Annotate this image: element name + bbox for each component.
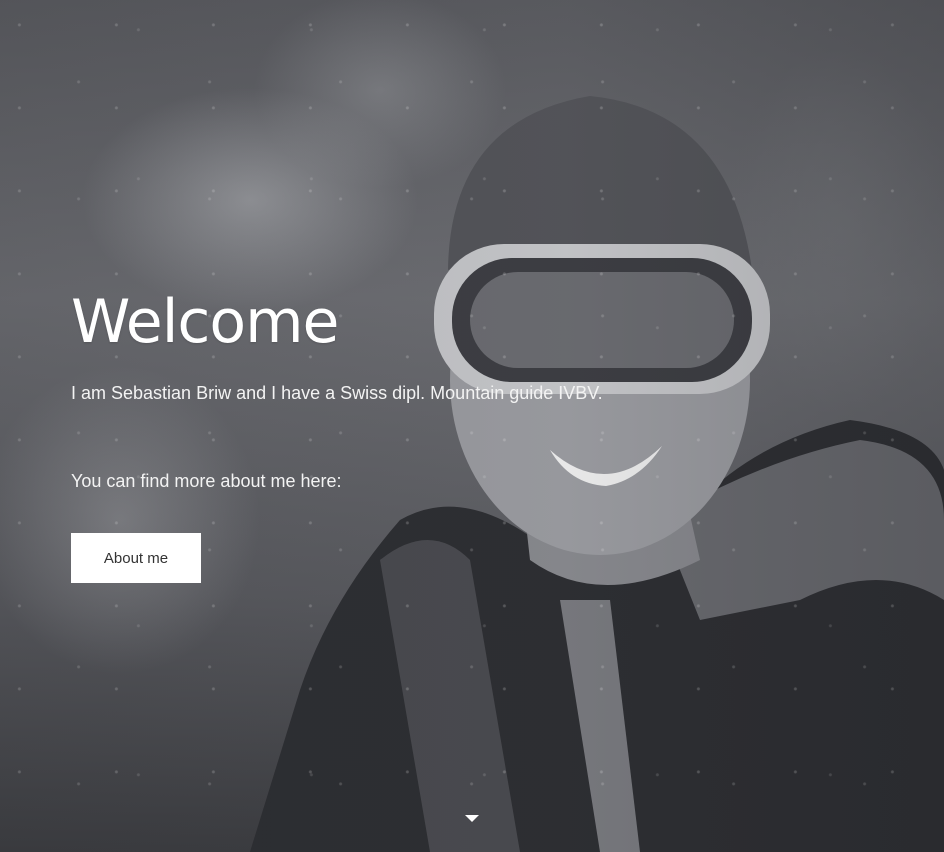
page-title: Welcome bbox=[71, 287, 339, 357]
caret-down-icon[interactable] bbox=[465, 813, 479, 823]
intro-text: I am Sebastian Briw and I have a Swiss d… bbox=[71, 383, 603, 403]
about-me-button[interactable]: About me bbox=[71, 533, 201, 583]
hero-content: Welcome I am Sebastian Briw and I have a… bbox=[71, 280, 711, 583]
more-about-text: You can find more about me here: bbox=[71, 471, 342, 491]
hero-section: Welcome I am Sebastian Briw and I have a… bbox=[0, 0, 944, 852]
